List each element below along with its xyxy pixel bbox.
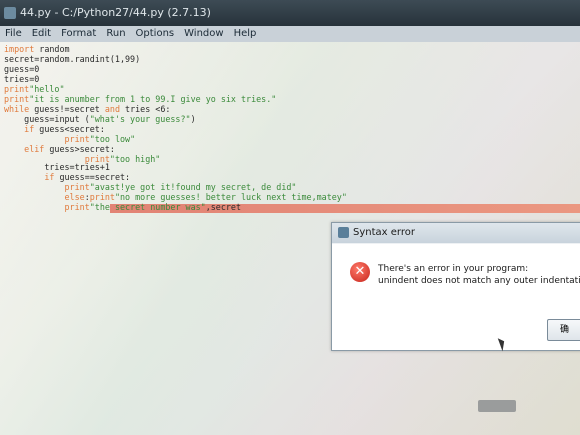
code-line[interactable]: print"hello" [4, 84, 65, 94]
code-line[interactable]: print"the secret number was",secret [4, 202, 242, 212]
menu-format[interactable]: Format [56, 26, 101, 42]
menu-help[interactable]: Help [229, 26, 262, 42]
syntax-error-dialog: Syntax error ✕ There's an error in your … [331, 222, 580, 351]
dialog-titlebar[interactable]: Syntax error [332, 223, 580, 243]
menu-options[interactable]: Options [131, 26, 180, 42]
code-line[interactable]: print"too low" [4, 134, 136, 144]
code-line[interactable]: print"avast!ye got it!found my secret, d… [4, 182, 297, 192]
menu-file[interactable]: File [0, 26, 27, 42]
code-line[interactable]: guess=input ("what's your guess?") [4, 114, 195, 124]
code-line[interactable]: elif guess>secret: [4, 144, 115, 154]
code-line[interactable]: while guess!=secret and tries <6: [4, 104, 170, 114]
menu-window[interactable]: Window [179, 26, 228, 42]
menu-bar: File Edit Format Run Options Window Help [0, 26, 580, 42]
code-line[interactable]: print"it is anumber from 1 to 99.I give … [4, 94, 276, 104]
dialog-body: ✕ There's an error in your program: unin… [332, 244, 580, 350]
menu-run[interactable]: Run [101, 26, 130, 42]
error-message-line1: There's an error in your program: [378, 264, 529, 274]
menu-edit[interactable]: Edit [27, 26, 56, 42]
code-line[interactable]: tries=tries+1 [4, 162, 110, 172]
code-line[interactable]: import random [4, 44, 70, 54]
code-line[interactable]: tries=0 [4, 74, 39, 84]
window-title: 44.py - C:/Python27/44.py (2.7.13) [20, 6, 211, 19]
window-titlebar: 44.py - C:/Python27/44.py (2.7.13) [0, 0, 580, 26]
code-line[interactable]: if guess<secret: [4, 124, 105, 134]
code-line[interactable]: secret=random.randint(1,99) [4, 54, 140, 64]
error-icon: ✕ [350, 262, 370, 282]
code-line[interactable]: else:print"no more guesses! better luck … [4, 192, 347, 202]
python-idle-icon [4, 7, 16, 19]
python-idle-icon [338, 227, 349, 238]
dialog-title: Syntax error [353, 227, 415, 238]
taskbar-item[interactable] [478, 400, 516, 412]
ok-button[interactable]: 确 [547, 319, 580, 341]
error-message-line2: unindent does not match any outer indent… [378, 276, 580, 286]
code-line[interactable]: if guess==secret: [4, 172, 130, 182]
code-line[interactable]: guess=0 [4, 64, 39, 74]
